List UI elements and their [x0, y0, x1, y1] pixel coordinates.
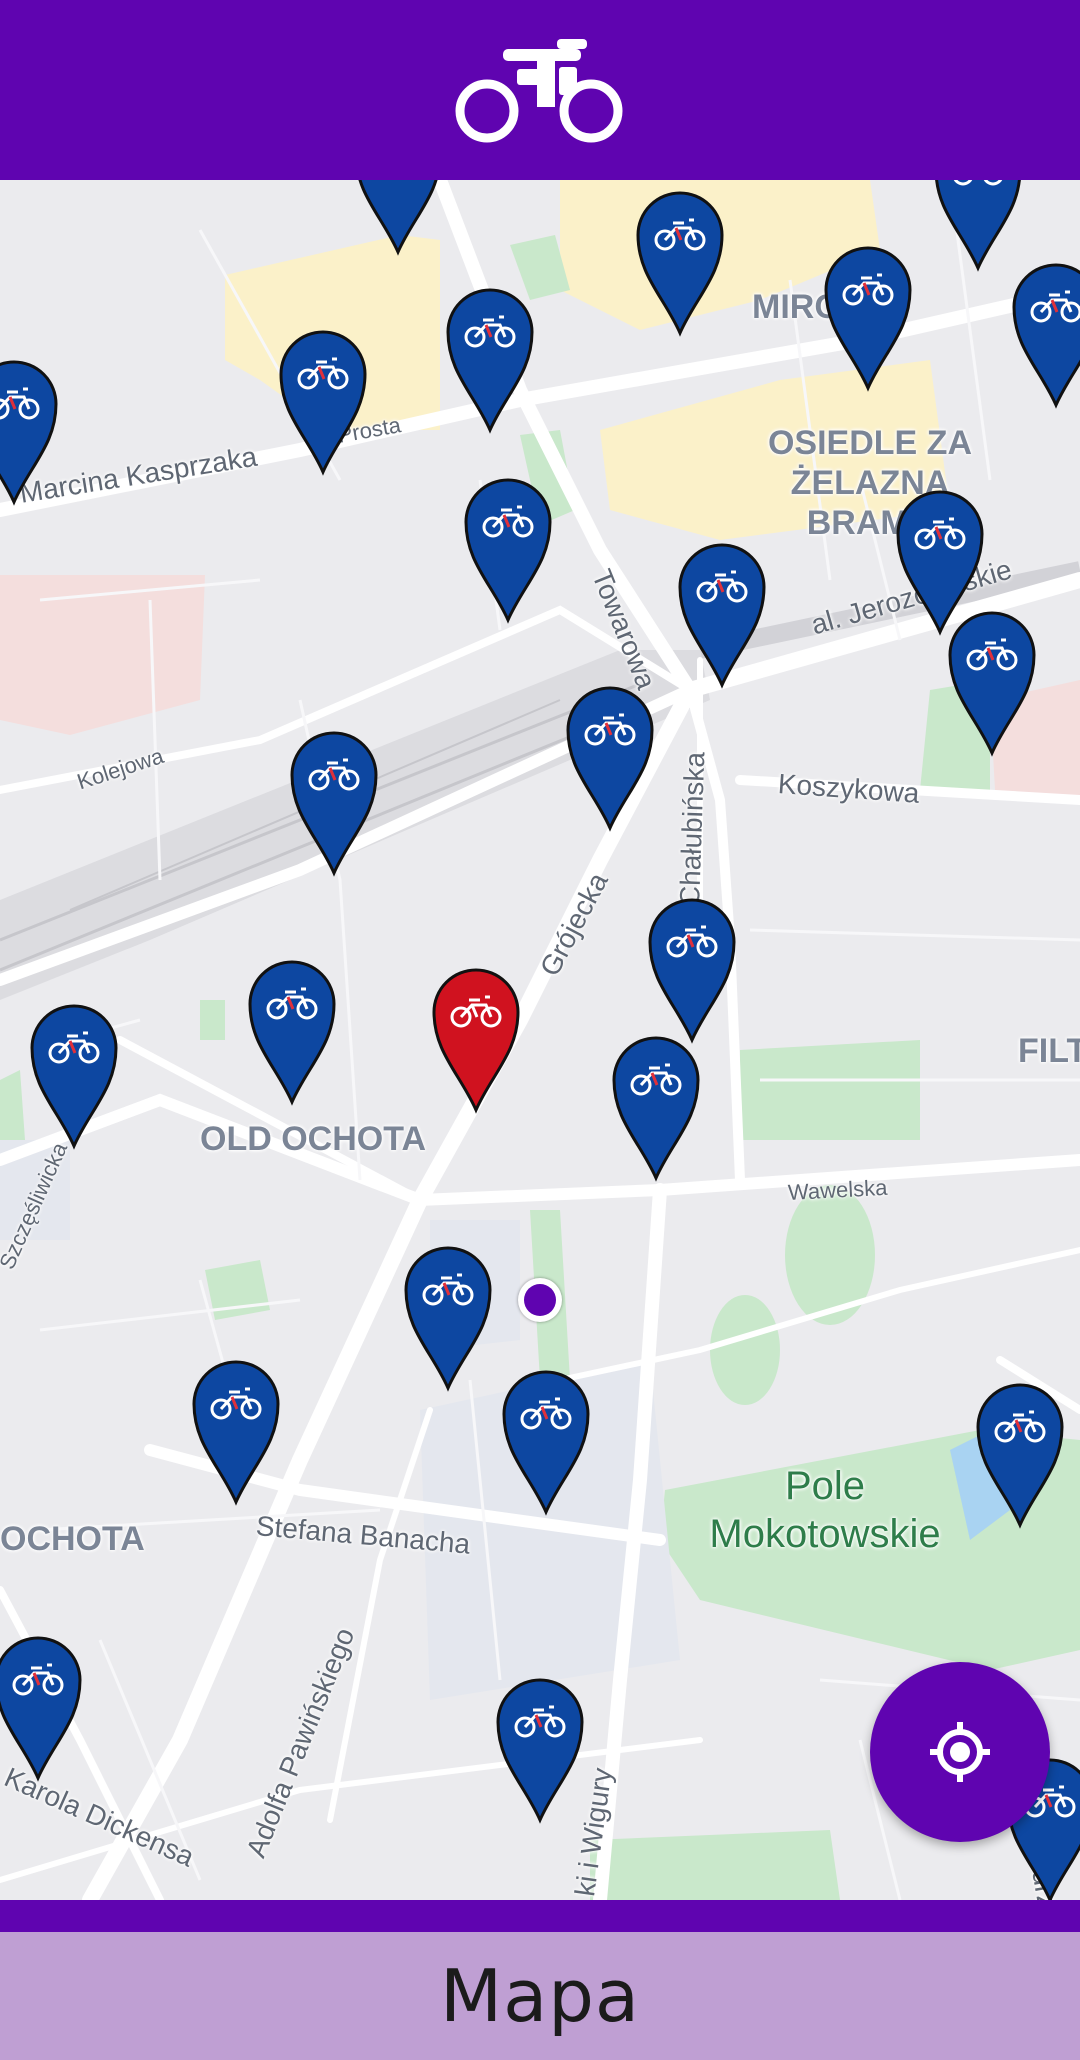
map-view[interactable]: Marcina Kasprzaka Prosta Towarowa al. Je… — [0, 180, 1080, 1900]
station-pin[interactable] — [494, 1674, 586, 1824]
station-pin[interactable] — [190, 1356, 282, 1506]
station-pin[interactable] — [288, 727, 380, 877]
station-pin[interactable] — [277, 326, 369, 476]
station-pin[interactable] — [646, 894, 738, 1044]
bottom-nav-label: Mapa — [439, 1954, 641, 2038]
park-label: Pole Mokotowskie — [709, 1464, 941, 1556]
bottom-nav[interactable]: Mapa — [0, 1932, 1080, 2060]
district-label: FILT — [1018, 1032, 1080, 1070]
station-pin[interactable] — [402, 1242, 494, 1392]
my-location-button[interactable] — [870, 1662, 1050, 1842]
selected-station-pin[interactable] — [430, 964, 522, 1114]
station-pin[interactable] — [444, 284, 536, 434]
district-label: OLD OCHOTA — [200, 1120, 427, 1158]
district-label: OCHOTA — [0, 1520, 145, 1558]
user-location-marker — [518, 1278, 562, 1322]
bottom-divider — [0, 1900, 1080, 1932]
station-pin[interactable] — [1010, 259, 1080, 409]
station-pin[interactable] — [352, 180, 444, 256]
station-pin[interactable] — [0, 356, 60, 506]
station-pin[interactable] — [28, 1000, 120, 1150]
street-label: Wawelska — [787, 1174, 888, 1205]
station-pin[interactable] — [500, 1366, 592, 1516]
station-pin[interactable] — [676, 539, 768, 689]
app-bar — [0, 0, 1080, 180]
station-pin[interactable] — [462, 474, 554, 624]
station-pin[interactable] — [974, 1379, 1066, 1529]
station-pin[interactable] — [564, 682, 656, 832]
station-pin[interactable] — [634, 187, 726, 337]
station-pin[interactable] — [946, 607, 1038, 757]
station-pin[interactable] — [822, 242, 914, 392]
my-location-icon — [930, 1722, 990, 1782]
station-pin[interactable] — [246, 956, 338, 1106]
station-pin[interactable] — [610, 1032, 702, 1182]
station-pin[interactable] — [0, 1632, 84, 1782]
street-label: Chałubińska — [674, 751, 711, 907]
bicycle-icon — [455, 39, 623, 143]
